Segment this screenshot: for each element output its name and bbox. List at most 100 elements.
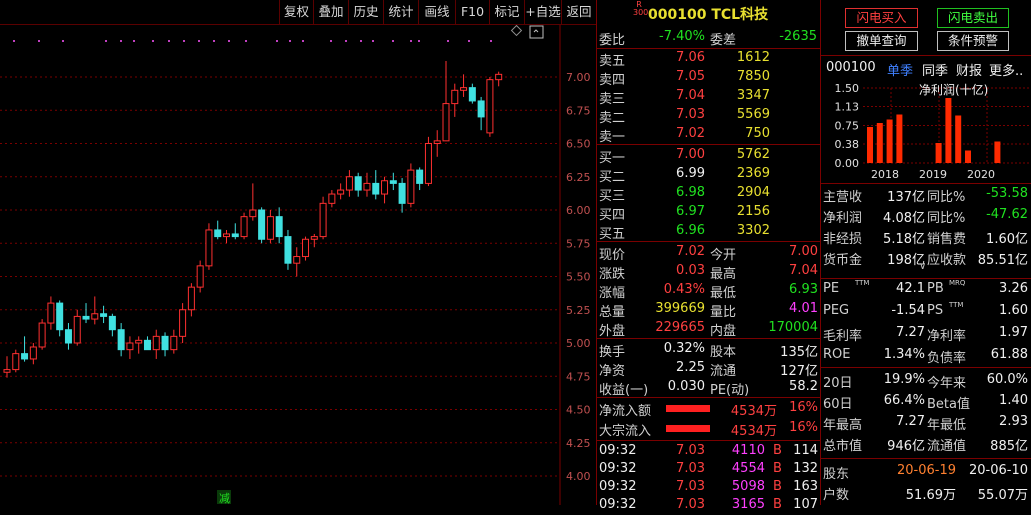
signal-dot <box>392 40 394 42</box>
tick-row[interactable]: 09:32 7.03 4554 B 132 <box>597 461 820 479</box>
toolbar-draw-button[interactable]: 画线 <box>418 0 455 24</box>
stat-label: 总量 <box>599 305 626 320</box>
sell-price: 7.04 <box>676 88 705 103</box>
toolbar-back-button[interactable]: 返回 <box>561 0 596 24</box>
candle-body <box>179 309 187 337</box>
tick-time: 09:32 <box>599 443 637 458</box>
candle <box>135 336 143 354</box>
perf-value: 7.27 <box>896 414 925 429</box>
candle <box>196 260 204 293</box>
candle-body <box>223 233 230 238</box>
chart-scroll-icon[interactable] <box>510 25 544 39</box>
fin-value: 1.60亿 <box>986 232 1028 247</box>
net-profit-bar <box>896 114 903 163</box>
stat-value: 2.25 <box>676 360 705 375</box>
signal-dot <box>133 40 135 42</box>
fin-y-tick: 0.00 <box>835 157 860 170</box>
sell-volume: 3347 <box>736 88 770 103</box>
candle-body <box>117 329 125 351</box>
condition-alert-button[interactable]: 条件预警 <box>937 31 1009 51</box>
candle-body <box>21 353 29 360</box>
candle <box>143 336 151 351</box>
fin-value: -53.58 <box>986 186 1028 201</box>
candle <box>56 300 64 337</box>
toolbar-f10-button[interactable]: F10 <box>455 0 489 24</box>
tab-more[interactable]: 更多.. <box>989 60 1023 79</box>
perf-value: 946亿 <box>887 439 925 454</box>
toolbar-history-button[interactable]: 历史 <box>348 0 383 24</box>
candle-body <box>310 236 318 240</box>
candle-body <box>205 229 213 267</box>
expand-chevron-icon[interactable]: ∨ <box>919 261 926 272</box>
toolbar-mark-button[interactable]: 标记 <box>489 0 524 24</box>
price-tick: 4.50 <box>566 404 591 417</box>
candle <box>345 170 353 197</box>
buy-label: 买四 <box>599 208 626 223</box>
valuation-value: 61.88 <box>990 347 1028 362</box>
fin-year-label: 2020 <box>967 168 995 181</box>
buy-price: 6.99 <box>676 166 705 181</box>
candle <box>205 223 213 270</box>
tick-side: B <box>773 443 782 458</box>
cancel-query-button[interactable]: 撤单查询 <box>845 31 918 51</box>
divider <box>597 397 820 398</box>
tick-row[interactable]: 09:32 7.03 5098 B 163 <box>597 479 820 497</box>
tab-report[interactable]: 财报 <box>956 60 982 79</box>
perf-label: 流通值 <box>927 439 967 454</box>
signal-dot <box>13 40 15 42</box>
candle <box>152 329 160 359</box>
price-tick: 6.25 <box>566 171 591 184</box>
buy-volume: 3302 <box>736 223 770 238</box>
candle-body <box>108 315 116 331</box>
candle-body <box>416 169 424 184</box>
valuation-value: 1.60 <box>999 303 1028 318</box>
sell-volume: 5569 <box>736 107 770 122</box>
tick-row[interactable]: 09:32 7.03 3165 B 107 <box>597 497 820 515</box>
tab-same-quarter[interactable]: 同季 <box>922 60 948 79</box>
signal-dot <box>418 40 420 42</box>
valuation-label: 净利率 <box>927 329 967 344</box>
candle <box>187 283 195 317</box>
stat-label: 量比 <box>710 305 737 320</box>
candle-body <box>196 265 204 288</box>
price-tick: 5.00 <box>566 337 591 350</box>
candle <box>451 83 459 117</box>
signal-dot <box>276 40 278 42</box>
sell-volume: 7850 <box>736 69 770 84</box>
stat-value: 0.43% <box>663 282 705 297</box>
tick-row[interactable]: 09:32 7.03 4110 B 114 <box>597 443 820 461</box>
tick-price: 7.03 <box>676 479 705 494</box>
signal-dot <box>468 40 470 42</box>
signal-dot <box>120 40 122 42</box>
flash-sell-button[interactable]: 闪电卖出 <box>937 8 1009 28</box>
candle-body <box>126 342 134 351</box>
toolbar-add-watch-button[interactable]: +自选 <box>524 0 561 24</box>
candle-body <box>73 315 81 344</box>
fin-code: 000100 <box>826 60 876 75</box>
candle <box>91 296 99 325</box>
candle-body <box>64 329 72 344</box>
tab-single-quarter[interactable]: 单季 <box>887 60 913 79</box>
stat-label: 现价 <box>599 248 626 263</box>
toolbar-overlay-button[interactable]: 叠加 <box>313 0 348 24</box>
candle <box>398 178 406 213</box>
flow-bar <box>666 405 710 412</box>
signal-dot <box>360 40 362 42</box>
candle-body <box>240 216 248 238</box>
toolbar-stats-button[interactable]: 统计 <box>383 0 418 24</box>
reduce-marker: 减 <box>219 492 230 505</box>
candle-body <box>398 182 406 204</box>
candlestick-chart[interactable]: 7.00 6.75 6.50 6.25 6.00 5.75 5.50 5.25 5.00 4.75… <box>0 25 596 505</box>
holders-date-1: 20-06-19 <box>896 463 956 478</box>
candle-body <box>345 176 353 191</box>
tick-price: 7.03 <box>676 443 705 458</box>
signal-dot <box>372 40 374 42</box>
stat-value: 170004 <box>768 320 818 335</box>
valuation-label: PS <box>927 303 944 318</box>
candle <box>381 176 389 204</box>
flash-buy-button[interactable]: 闪电买入 <box>845 8 918 28</box>
buy-label: 买二 <box>599 170 626 185</box>
fin-value: 5.18亿 <box>883 232 925 247</box>
toolbar-fuquan-button[interactable]: 复权 <box>279 0 313 24</box>
signal-dot <box>330 40 332 42</box>
